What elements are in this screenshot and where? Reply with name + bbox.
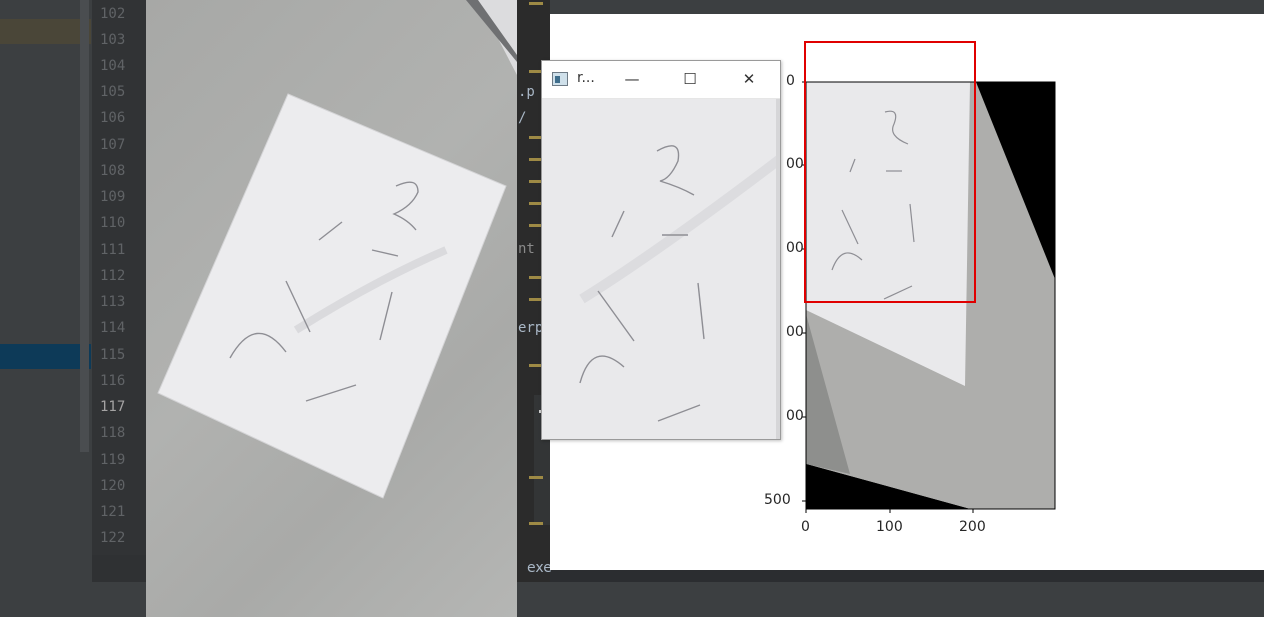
line-number: 120 <box>100 478 126 494</box>
y-tick-label: 00 <box>786 156 804 172</box>
x-tick-label: 0 <box>801 519 810 535</box>
cropped-image <box>542 99 780 439</box>
run-label: exe <box>527 560 552 576</box>
cropped-image-svg <box>542 99 780 439</box>
code-fragment: .p <box>518 84 535 100</box>
code-fragment: nt <box>518 241 535 257</box>
line-number: 119 <box>100 452 126 468</box>
line-number: 115 <box>100 347 126 363</box>
line-number: 109 <box>100 189 126 205</box>
line-number: 106 <box>100 110 126 126</box>
line-number: 118 <box>100 425 126 441</box>
paper-photo-svg <box>157 0 517 499</box>
y-tick-label: 00 <box>786 240 804 256</box>
line-number: 102 <box>100 6 126 22</box>
line-number-gutter: 102 103 104 105 106 107 108 109 110 111 … <box>92 0 146 582</box>
x-tick-marks <box>805 509 974 513</box>
app-icon <box>552 72 568 86</box>
change-marker <box>529 476 543 479</box>
line-number: 113 <box>100 294 126 310</box>
line-number: 110 <box>100 215 126 231</box>
x-tick-label: 100 <box>876 519 903 535</box>
line-number-current: 117 <box>100 399 126 415</box>
highlighted-row-warning <box>0 19 91 44</box>
opencv-result-window[interactable]: r... — ☐ ✕ <box>541 60 781 440</box>
minimize-button[interactable]: — <box>609 61 655 98</box>
y-tick-label: 0 <box>786 73 795 89</box>
cropped-paper <box>542 99 780 439</box>
line-number: 121 <box>100 504 126 520</box>
window-titlebar[interactable]: r... — ☐ ✕ <box>542 61 780 99</box>
x-tick-label: 200 <box>959 519 986 535</box>
maximize-button[interactable]: ☐ <box>667 61 713 98</box>
line-number: 105 <box>100 84 126 100</box>
y-tick-label: 00 <box>786 324 804 340</box>
change-marker <box>529 522 543 525</box>
line-number: 103 <box>100 32 126 48</box>
cropped-edge <box>776 99 780 439</box>
close-button[interactable]: ✕ <box>726 61 772 98</box>
y-tick-label: 500 <box>764 492 791 508</box>
highlighted-row-selected[interactable] <box>0 344 91 369</box>
project-panel <box>0 0 92 582</box>
y-tick-label: 00 <box>786 408 804 424</box>
code-fragment: / <box>518 110 527 126</box>
line-number: 104 <box>100 58 126 74</box>
paper-sheet <box>158 94 506 498</box>
line-number: 107 <box>100 137 126 153</box>
line-number: 122 <box>100 530 126 546</box>
line-number: 108 <box>100 163 126 179</box>
line-number: 111 <box>100 242 126 258</box>
code-fragment: erp <box>518 320 544 336</box>
change-marker <box>529 2 543 5</box>
line-number: 114 <box>100 320 126 336</box>
vertical-scrollbar[interactable] <box>80 0 89 452</box>
gutter-footer <box>92 555 146 582</box>
window-title: r... <box>577 70 595 86</box>
line-number: 112 <box>100 268 126 284</box>
photo-paper-on-desk <box>146 0 517 617</box>
figure-top-bar <box>550 0 1264 14</box>
line-number: 116 <box>100 373 126 389</box>
